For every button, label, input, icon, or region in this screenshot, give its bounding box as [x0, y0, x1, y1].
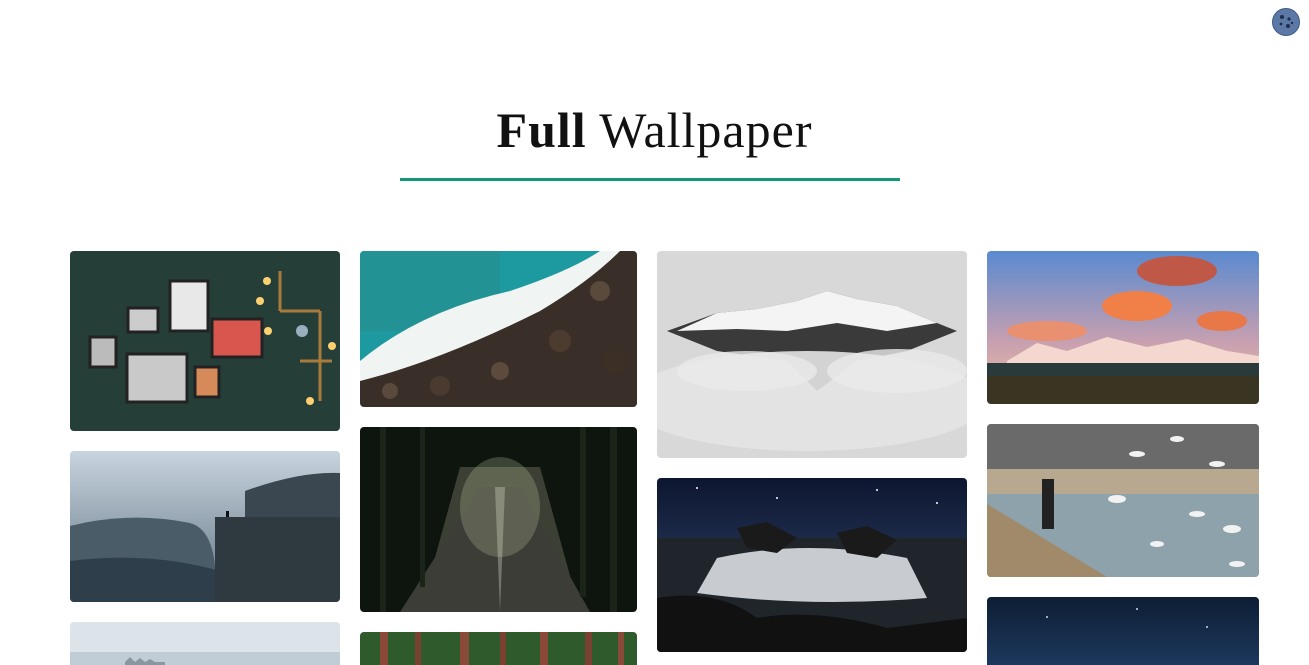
wallpaper-tile-wall-frames[interactable] — [70, 251, 340, 431]
wallpaper-image — [360, 632, 637, 665]
title-underline — [400, 178, 900, 181]
wallpaper-image — [360, 427, 637, 612]
wallpaper-tile-seagulls-harbor[interactable] — [987, 424, 1259, 577]
wallpaper-tile-night-waterfall[interactable] — [657, 478, 967, 652]
wallpaper-tile-forest-road[interactable] — [360, 427, 637, 612]
title-bold: Full — [496, 102, 587, 158]
wallpaper-image — [987, 424, 1259, 577]
page: Full Wallpaper — [0, 0, 1309, 665]
wallpaper-image — [70, 251, 340, 431]
title-rest: Wallpaper — [586, 102, 813, 158]
wallpaper-tile-sunset-mountains[interactable] — [987, 251, 1259, 404]
wallpaper-tile-pine-forest[interactable] — [360, 632, 637, 665]
wallpaper-tile-foggy-sky[interactable] — [70, 622, 340, 665]
wallpaper-tile-cliff-fjord[interactable] — [70, 451, 340, 602]
wallpaper-tile-snowy-mountain[interactable] — [657, 251, 967, 458]
wallpaper-image — [360, 251, 637, 407]
cookie-icon — [1279, 15, 1294, 28]
wallpaper-image — [987, 251, 1259, 404]
cookie-settings-button[interactable] — [1272, 8, 1300, 36]
page-title: Full Wallpaper — [0, 100, 1309, 160]
wallpaper-tile-ocean-rocks[interactable] — [360, 251, 637, 407]
wallpaper-image — [987, 597, 1259, 665]
wallpaper-image — [70, 451, 340, 602]
wallpaper-image — [657, 251, 967, 458]
wallpaper-tile-night-sky[interactable] — [987, 597, 1259, 665]
wallpaper-image — [70, 622, 340, 665]
wallpaper-image — [657, 478, 967, 652]
